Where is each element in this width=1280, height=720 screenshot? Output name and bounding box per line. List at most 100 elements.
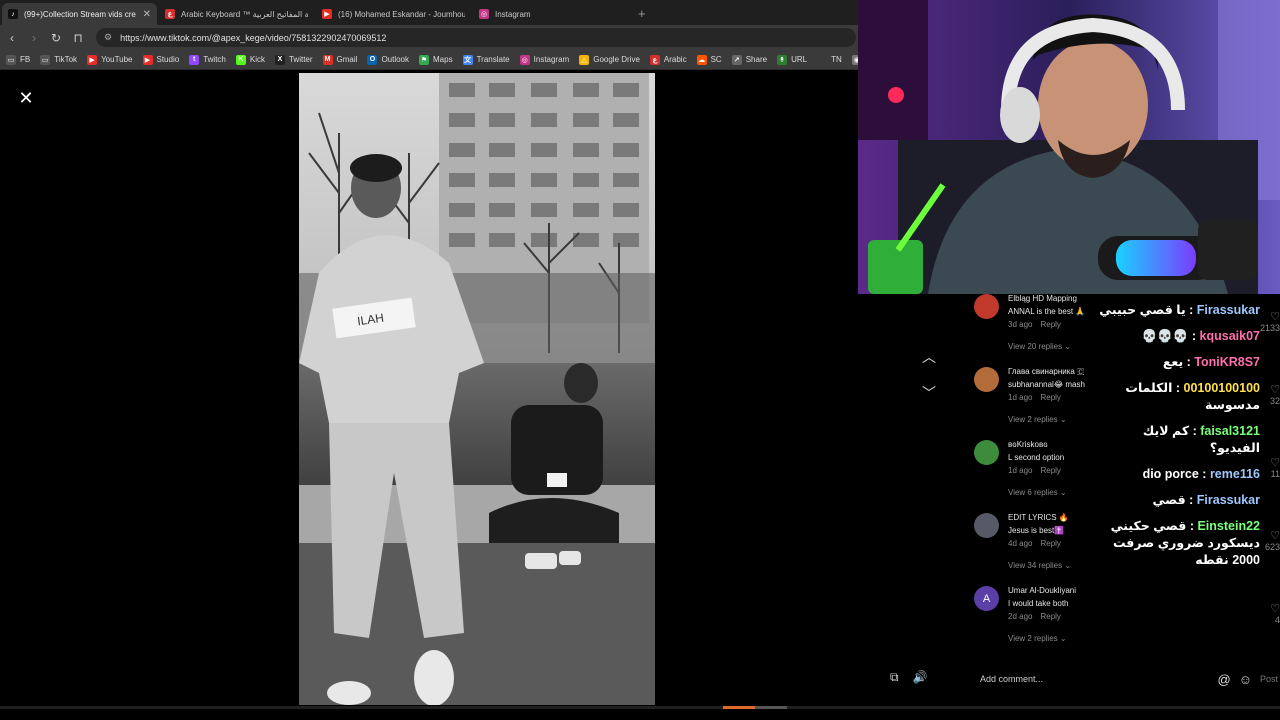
next-video-icon[interactable]: ﹀ — [919, 383, 939, 403]
bookmark-label: Share — [745, 55, 768, 64]
view-replies-button[interactable]: View 34 replies ⌄ — [1008, 561, 1071, 570]
comment-author[interactable]: ʙɢKriskoʙɢ — [1008, 440, 1048, 449]
bookmark-maps[interactable]: ⚑ Maps — [419, 54, 453, 65]
comment-meta: 4d ago Reply — [1008, 539, 1061, 548]
bookmark-label: Kick — [249, 55, 265, 64]
avatar[interactable] — [974, 294, 999, 319]
chat-username: faisal3121 — [1200, 424, 1260, 438]
progress-thumb[interactable] — [723, 706, 755, 709]
bookmark-label: Gmail — [336, 55, 358, 64]
avatar[interactable] — [974, 513, 999, 538]
bookmark-twitter[interactable]: X Twitter — [274, 54, 313, 65]
emoji-icon[interactable]: ☺ — [1239, 672, 1252, 687]
chat-separator: : — [1185, 303, 1197, 317]
webcam-overlay — [858, 0, 1280, 294]
view-replies-button[interactable]: View 2 replies ⌄ — [1008, 634, 1067, 643]
like-count: 2133 — [1259, 323, 1280, 333]
tab-label: (99+)Collection Stream vids cre — [24, 9, 136, 19]
bookmark-studio[interactable]: ▶ Studio — [142, 54, 180, 65]
comment-author[interactable]: Elbląg HD Mapping — [1008, 294, 1077, 303]
browser-tab-bar: ♪ (99+)Collection Stream vids cre ✕ ع Ar… — [0, 0, 858, 25]
chat-message: reme116 : dio porce — [1097, 466, 1260, 483]
close-icon[interactable]: ✕ — [17, 89, 35, 107]
like-button[interactable]: ♡ 11 — [1270, 456, 1280, 479]
bookmark-icon[interactable]: ⊓ — [68, 28, 88, 48]
tab-arabic-keyboard[interactable]: ع Arabic Keyboard ™ لوحة المفاتيح العربي… — [159, 3, 314, 25]
reply-button[interactable]: Reply — [1040, 393, 1060, 402]
close-tab-icon[interactable]: ✕ — [143, 9, 151, 20]
bookmark-label: Twitch — [203, 55, 226, 64]
bookmark-youtube[interactable]: ▶ YouTube — [87, 54, 133, 65]
tab-label: (16) Mohamed Eskandar - Joumhour — [338, 9, 465, 19]
reload-icon[interactable]: ↻ — [46, 28, 66, 48]
bookmark-tiktok[interactable]: ▭ TikTok — [40, 54, 77, 65]
previous-video-icon[interactable]: ︿ — [919, 347, 939, 367]
bookmark-translate[interactable]: 文 Translate — [462, 54, 510, 65]
bookmark-label: YouTube — [101, 55, 133, 64]
bookmark-sc[interactable]: ☁ SC — [696, 54, 722, 65]
tab-label: Instagram — [495, 9, 531, 19]
view-replies-button[interactable]: View 20 replies ⌄ — [1008, 342, 1071, 351]
avatar[interactable] — [974, 367, 999, 392]
twitch-icon: t — [189, 54, 200, 65]
avatar[interactable]: A — [974, 586, 999, 611]
bookmark-twitch[interactable]: t Twitch — [189, 54, 226, 65]
comment-time: 4d ago — [1008, 539, 1033, 548]
reply-button[interactable]: Reply — [1040, 539, 1060, 548]
bookmark-fb[interactable]: ▭ FB — [6, 54, 30, 65]
reply-button[interactable]: Reply — [1040, 320, 1060, 329]
view-replies-button[interactable]: View 2 replies ⌄ — [1008, 415, 1067, 424]
chat-text: 💀💀💀 — [1141, 329, 1189, 343]
post-button[interactable]: Post — [1260, 674, 1278, 684]
bookmark-label: SC — [710, 55, 722, 64]
bookmark-label: Translate — [476, 55, 510, 64]
tab-tiktok[interactable]: ♪ (99+)Collection Stream vids cre ✕ — [2, 3, 157, 25]
tab-instagram[interactable]: ◎ Instagram — [473, 3, 628, 25]
view-replies-button[interactable]: View 6 replies ⌄ — [1008, 488, 1067, 497]
forward-icon[interactable]: › — [24, 28, 44, 48]
reply-button[interactable]: Reply — [1040, 612, 1060, 621]
comment-author[interactable]: EDIT LYRICS 🔥 — [1008, 513, 1069, 522]
back-icon[interactable]: ‹ — [2, 28, 22, 48]
bookmark-instagram[interactable]: ◎ Instagram — [519, 54, 569, 65]
bookmark-outlook[interactable]: O Outlook — [367, 54, 410, 65]
new-tab-icon[interactable]: + — [638, 3, 646, 25]
reply-button[interactable]: Reply — [1040, 466, 1060, 475]
bookmark-label: TN — [831, 55, 842, 64]
comment-input[interactable]: Add comment... — [980, 674, 1218, 684]
volume-icon[interactable]: 🔊 — [913, 670, 928, 685]
comment-author[interactable]: Umar Al-Doukliyani — [1008, 586, 1076, 595]
bookmarks-bar: ▭ FB ▭ TikTok ▶ YouTube ▶ Studio t Twitch K Kick X Tw… — [0, 50, 858, 70]
heart-icon: ♡ — [1270, 311, 1280, 323]
comment-time: 2d ago — [1008, 612, 1033, 621]
bookmark-tn[interactable]: TN — [817, 54, 842, 65]
like-button[interactable]: ♡ 32 — [1270, 383, 1280, 406]
like-button[interactable]: ♡ 2133 — [1260, 310, 1280, 333]
bookmark-label: Studio — [156, 55, 180, 64]
chat-text: قصي — [1152, 493, 1186, 507]
bookmark-label: Google Drive — [593, 55, 640, 64]
chat-separator: : — [1183, 355, 1195, 369]
tn-icon — [817, 54, 828, 65]
chat-separator: : — [1189, 424, 1201, 438]
site-info-icon[interactable]: ⚙ — [104, 32, 112, 43]
bookmark-share[interactable]: ↗ Share — [731, 54, 768, 65]
tab-youtube[interactable]: ▶ (16) Mohamed Eskandar - Joumhour — [316, 3, 471, 25]
avatar[interactable] — [974, 440, 999, 465]
video-player[interactable]: ILAH — [299, 73, 655, 705]
bookmark-gmail[interactable]: M Gmail — [322, 54, 358, 65]
picture-in-picture-icon[interactable]: ⧉ — [890, 670, 899, 685]
bookmark-arabic[interactable]: ع Arabic — [649, 54, 687, 65]
bookmark-label: Outlook — [381, 55, 410, 64]
comment-author[interactable]: Глава свинарника 🇨 — [1008, 367, 1084, 377]
like-count: 4 — [1274, 615, 1280, 625]
mention-icon[interactable]: @ — [1218, 672, 1231, 687]
bookmark-url[interactable]: ↟ URL — [777, 54, 807, 65]
outlook-icon: O — [367, 54, 378, 65]
bookmark-google-drive[interactable]: △ Google Drive — [579, 54, 640, 65]
like-button[interactable]: ♡ 623 — [1265, 529, 1280, 552]
url-field[interactable]: ⚙ https://www.tiktok.com/@apex_kege/vide… — [96, 28, 856, 47]
address-bar: ‹ › ↻ ⊓ ⚙ https://www.tiktok.com/@apex_k… — [0, 25, 858, 50]
bookmark-kick[interactable]: K Kick — [235, 54, 265, 65]
like-button[interactable]: ♡ 4 — [1270, 602, 1280, 625]
